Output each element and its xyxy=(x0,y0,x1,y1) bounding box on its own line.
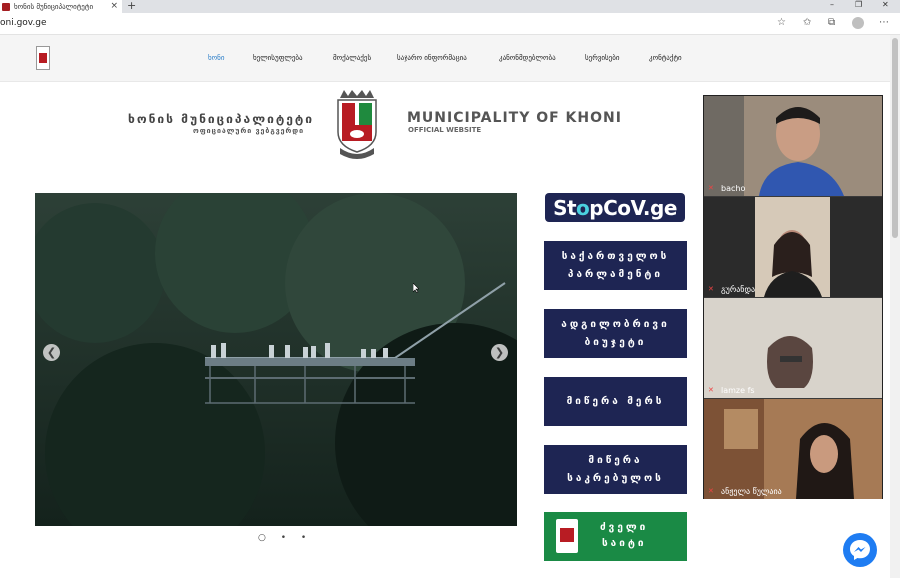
participant-name: ანჟელა წულაია xyxy=(721,487,782,496)
header-subtitle-geo: ოფიციალური ვებგვერდი xyxy=(193,127,305,135)
nav-contact[interactable]: კონტაქტი xyxy=(649,54,682,62)
muted-mic-icon: ✕ xyxy=(708,487,714,495)
tab-title: ხონის მუნიციპალიტეტი xyxy=(14,2,94,11)
site-navbar: ხონი ხელისუფლება მოქალაქეს საჯარო ინფორმ… xyxy=(0,35,890,82)
muted-mic-icon: ✕ xyxy=(708,285,714,293)
bridge-photo xyxy=(35,193,517,526)
parliament-line1: საქართველოს xyxy=(561,250,670,262)
participant-tile[interactable]: ✕ lamze fs xyxy=(704,298,882,398)
nav-public-info[interactable]: საჯარო ინფორმაცია xyxy=(397,54,467,62)
nav-citizens[interactable]: მოქალაქეს xyxy=(333,54,371,62)
participant-name: გურანდა xyxy=(721,285,756,294)
participant-video xyxy=(704,96,882,196)
mouse-cursor-icon xyxy=(413,283,419,293)
muted-mic-icon: ✕ xyxy=(708,184,714,192)
participant-video xyxy=(704,197,882,297)
new-tab-icon[interactable]: + xyxy=(127,0,136,12)
url-text[interactable]: oni.gov.ge xyxy=(0,18,47,28)
participant-video xyxy=(704,399,882,499)
old-site-logo-icon xyxy=(556,519,578,553)
close-window-icon[interactable]: ✕ xyxy=(882,0,889,9)
video-call-panel: ✕ bacho ✕ გურანდა ✕ lamze fs ✕ ანჟელა წუ… xyxy=(703,95,883,499)
parliament-line2: პარლამენტი xyxy=(567,268,664,280)
local-budget-button[interactable]: ადგილობრივი ბიუჯეტი xyxy=(544,309,687,358)
coat-of-arms-icon xyxy=(337,90,377,159)
write-mayor-button[interactable]: მიწერა მერს xyxy=(544,377,687,426)
collections-icon[interactable]: ⧉ xyxy=(828,17,835,28)
photo-slider[interactable] xyxy=(35,193,517,526)
reader-icon[interactable]: ☆ xyxy=(777,17,786,28)
old-site-line2: საიტი xyxy=(602,538,647,549)
header-title-en: MUNICIPALITY OF KHONI xyxy=(407,110,622,126)
maximize-icon[interactable]: ❐ xyxy=(855,0,862,9)
old-site-button[interactable]: ძველი საიტი xyxy=(544,512,687,561)
header-subtitle-en: OFFICIAL WEBSITE xyxy=(408,126,482,134)
participant-tile[interactable]: ✕ ანჟელა წულაია xyxy=(704,399,882,499)
minimize-icon[interactable]: – xyxy=(830,0,834,9)
mayor-label: მიწერა მერს xyxy=(566,395,665,407)
nav-home[interactable]: ხონი xyxy=(208,54,224,62)
council-line1: მიწერა xyxy=(588,454,643,466)
header-title-geo: ხონის მუნიციპალიტეტი xyxy=(128,112,315,126)
slider-next-icon[interactable]: ❯ xyxy=(491,344,508,361)
nav-legislation[interactable]: კანონმდებლობა xyxy=(499,54,556,62)
tab-close-icon[interactable]: × xyxy=(110,1,118,11)
nav-services[interactable]: სერვისები xyxy=(585,54,619,62)
stopcov-banner[interactable]: St o pCoV.ge xyxy=(545,193,685,222)
browser-tab-bar: ხონის მუნიციპალიტეტი × + – ❐ ✕ xyxy=(0,0,900,13)
write-council-button[interactable]: მიწერა საკრებულოს xyxy=(544,445,687,494)
favicon-icon xyxy=(2,2,10,11)
messenger-icon xyxy=(850,540,870,560)
messenger-chat-button[interactable] xyxy=(843,533,877,567)
stopcov-text-a: St xyxy=(553,195,577,220)
participant-name: bacho xyxy=(721,184,746,193)
parliament-button[interactable]: საქართველოს პარლამენტი xyxy=(544,241,687,290)
budget-line2: ბიუჯეტი xyxy=(584,336,647,348)
scrollbar-thumb[interactable] xyxy=(892,38,898,238)
nav-government[interactable]: ხელისუფლება xyxy=(253,54,303,62)
favorites-icon[interactable]: ✩ xyxy=(803,17,811,28)
budget-line1: ადგილობრივი xyxy=(561,318,670,330)
stopcov-text-o: o xyxy=(576,195,590,220)
muted-mic-icon: ✕ xyxy=(708,386,714,394)
participant-name: lamze fs xyxy=(721,386,755,395)
slider-prev-icon[interactable]: ❮ xyxy=(43,344,60,361)
participant-video xyxy=(704,298,882,398)
participant-tile[interactable]: ✕ გურანდა xyxy=(704,197,882,297)
profile-icon[interactable] xyxy=(852,17,864,29)
slider-dots[interactable]: ○ • • xyxy=(258,533,312,543)
stopcov-text-b: pCoV.ge xyxy=(589,195,677,220)
council-line2: საკრებულოს xyxy=(567,472,664,484)
old-site-line1: ძველი xyxy=(600,522,649,533)
browser-tab[interactable]: ხონის მუნიციპალიტეტი × xyxy=(0,0,122,13)
participant-tile[interactable]: ✕ bacho xyxy=(704,96,882,196)
site-logo[interactable] xyxy=(36,46,50,70)
more-icon[interactable]: ⋯ xyxy=(879,17,889,28)
address-bar[interactable]: oni.gov.ge ☆ ✩ ⧉ ⋯ xyxy=(0,13,900,35)
